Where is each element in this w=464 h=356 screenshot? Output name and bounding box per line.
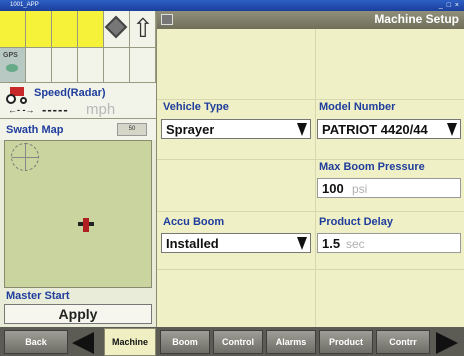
max-boom-pressure-input[interactable]: 100 psi [317,178,461,198]
tab-control[interactable]: Control [213,330,263,354]
max-boom-pressure-unit: psi [352,182,368,196]
gps-label: GPS [3,52,18,59]
window-title: 1001_APP [10,2,39,8]
gps-signal-icon [6,64,18,72]
arrow-left-icon[interactable] [72,332,94,354]
dropdown-arrow-icon [297,237,307,250]
up-cell[interactable]: ⇧ [130,11,156,48]
product-delay-label: Product Delay [319,216,393,228]
vehicle-type-select[interactable]: Sprayer [161,119,311,139]
status-cell-9[interactable] [104,48,130,83]
tab-alarms[interactable]: Alarms [266,330,316,354]
tab-contr[interactable]: Contrr [376,330,430,354]
page-title: Machine Setup [374,12,459,26]
product-delay-input[interactable]: 1.5 sec [317,233,461,253]
master-start: Master Start Apply [0,288,156,327]
window-titlebar: 1001_APP _ □ × [0,0,464,11]
vehicle-position-icon [78,216,94,234]
screen: 1001_APP _ □ × ⇧ GPS Speed(Radar) ←- -→ … [0,0,464,356]
product-delay-value: 1.5 [322,236,341,251]
tab-product[interactable]: Product [319,330,373,354]
speed-value: ----- [42,102,69,117]
machine-setup-panel: Machine Setup Vehicle Type Sprayer Model… [156,11,464,327]
swath-map-title: Swath Map [6,124,64,136]
status-cell-2[interactable] [26,11,52,48]
panel-header: Machine Setup [157,11,464,29]
swath-zoom-button[interactable]: 50 [117,123,147,136]
grid-divider [157,269,464,270]
tab-machine[interactable]: Machine [104,328,156,356]
model-number-label: Model Number [319,101,396,113]
accu-boom-label: Accu Boom [163,216,225,228]
arrow-right-icon[interactable] [436,332,458,354]
model-number-value: PATRIOT 4420/44 [322,122,428,137]
accu-boom-value: Installed [166,236,219,251]
tractor-icon [6,87,28,104]
back-button[interactable]: Back [4,330,68,354]
status-cell-7[interactable] [52,48,78,83]
status-icon-row-bottom: GPS [0,48,156,83]
status-cell-1[interactable] [0,11,26,48]
swath-map[interactable] [4,140,152,288]
window-controls[interactable]: _ □ × [439,0,460,11]
product-delay-unit: sec [346,237,365,251]
speed-title: Speed(Radar) [34,87,106,99]
dropdown-arrow-icon [447,123,457,136]
grid-divider [315,29,316,327]
bottom-nav: Back Machine Boom Control Alarms Product… [0,327,464,356]
compass-icon [11,143,39,171]
status-cell-8[interactable] [78,48,104,83]
max-boom-pressure-value: 100 [322,181,344,196]
status-cell-10[interactable] [130,48,156,83]
diamond-tool-icon [104,15,128,39]
status-cell-6[interactable] [26,48,52,83]
status-icon-row-top: ⇧ [0,11,156,48]
max-boom-pressure-label: Max Boom Pressure [319,161,425,173]
grid-divider [157,211,464,212]
vehicle-type-value: Sprayer [166,122,215,137]
apply-button[interactable]: Apply [4,304,152,324]
status-panel: ⇧ GPS Speed(Radar) ←- -→ ----- mph Swath… [0,11,156,327]
master-start-title: Master Start [6,290,70,302]
swath-map-header: Swath Map 50 [0,119,156,140]
arrow-up-icon: ⇧ [132,13,154,43]
model-number-select[interactable]: PATRIOT 4420/44 [317,119,461,139]
menu-icon[interactable] [161,14,173,25]
grid-divider [157,159,464,160]
direction-arrows-icon: ←- -→ [8,105,35,115]
status-cell-3[interactable] [52,11,78,48]
tool-cell[interactable] [104,11,130,48]
vehicle-type-label: Vehicle Type [163,101,229,113]
status-cell-4[interactable] [78,11,104,48]
grid-divider [157,99,464,100]
speed-unit: mph [86,101,116,118]
gps-status-cell[interactable]: GPS [0,48,26,83]
speed-readout: Speed(Radar) ←- -→ ----- mph [0,83,156,119]
accu-boom-select[interactable]: Installed [161,233,311,253]
dropdown-arrow-icon [297,123,307,136]
tab-boom[interactable]: Boom [160,330,210,354]
